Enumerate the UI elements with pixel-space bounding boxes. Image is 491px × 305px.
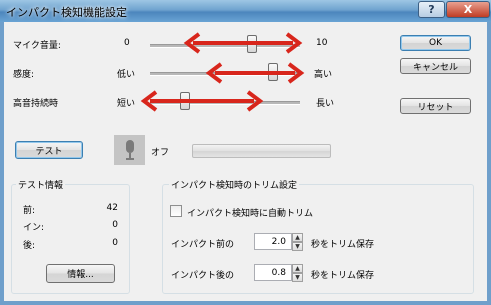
sensitivity-label: 感度:	[13, 70, 35, 80]
mic-volume-label: マイク音量:	[13, 41, 61, 51]
test-info-in-label: イン:	[23, 223, 45, 233]
test-info-after-label: 後:	[23, 241, 36, 251]
trim-after-label: インパクト後の	[171, 271, 235, 281]
trim-before-label: インパクト前の	[171, 240, 235, 250]
chevron-up-icon: ▲	[295, 265, 300, 272]
trim-after-suffix: 秒をトリム保存	[311, 271, 375, 281]
auto-trim-checkbox[interactable]	[170, 205, 182, 217]
microphone-icon	[114, 135, 145, 165]
test-info-after-value: 0	[112, 238, 118, 248]
close-icon: X	[463, 3, 473, 16]
window-title: インパクト検知機能設定	[6, 6, 127, 19]
trim-before-up-button[interactable]: ▲	[292, 233, 303, 242]
test-info-title: テスト情報	[16, 178, 66, 191]
trim-after-down-button[interactable]: ▼	[292, 273, 303, 282]
trim-before-input[interactable]: 2.0	[254, 233, 292, 250]
high-tone-duration-label: 高音持続時	[13, 99, 59, 109]
mic-level-meter	[192, 144, 331, 158]
title-bar: インパクト検知機能設定 ? X	[0, 0, 491, 22]
high-tone-duration-max-label: 長い	[316, 99, 335, 109]
trim-after-input[interactable]: 0.8	[254, 264, 292, 281]
help-icon: ?	[428, 3, 435, 16]
chevron-down-icon: ▼	[295, 243, 300, 250]
high-tone-duration-arrow-annotation	[140, 90, 264, 112]
test-info-before-value: 42	[106, 203, 118, 213]
window-frame-left	[0, 22, 4, 305]
auto-trim-label: インパクト検知時に自動トリム	[187, 209, 314, 219]
help-button[interactable]: ?	[418, 1, 445, 18]
cancel-button[interactable]: キャンセル	[400, 58, 471, 74]
reset-button[interactable]: リセット	[400, 98, 471, 114]
high-tone-duration-min-label: 短い	[117, 99, 136, 109]
sensitivity-min-label: 低い	[117, 70, 136, 80]
mic-volume-arrow-annotation	[183, 32, 303, 54]
sensitivity-arrow-annotation	[205, 62, 305, 84]
trim-before-suffix: 秒をトリム保存	[311, 240, 375, 250]
mic-status-label: オフ	[151, 148, 170, 158]
window-frame-bottom	[0, 301, 491, 305]
test-info-in-value: 0	[112, 220, 118, 230]
trim-settings-title: インパクト検知時のトリム設定	[169, 178, 300, 191]
mic-volume-max-label: 10	[316, 38, 328, 48]
chevron-down-icon: ▼	[295, 274, 300, 281]
trim-before-value: 2.0	[271, 237, 286, 247]
trim-before-down-button[interactable]: ▼	[292, 242, 303, 251]
mic-volume-min-label: 0	[124, 38, 130, 48]
trim-after-value: 0.8	[271, 268, 286, 278]
sensitivity-max-label: 高い	[314, 70, 333, 80]
test-button[interactable]: テスト	[15, 141, 83, 159]
test-info-before-label: 前:	[23, 206, 36, 216]
chevron-up-icon: ▲	[295, 234, 300, 241]
close-button[interactable]: X	[446, 1, 490, 18]
info-button[interactable]: 情報...	[46, 264, 115, 283]
trim-after-up-button[interactable]: ▲	[292, 264, 303, 273]
ok-button[interactable]: OK	[400, 35, 471, 51]
window-frame-right	[487, 22, 491, 305]
